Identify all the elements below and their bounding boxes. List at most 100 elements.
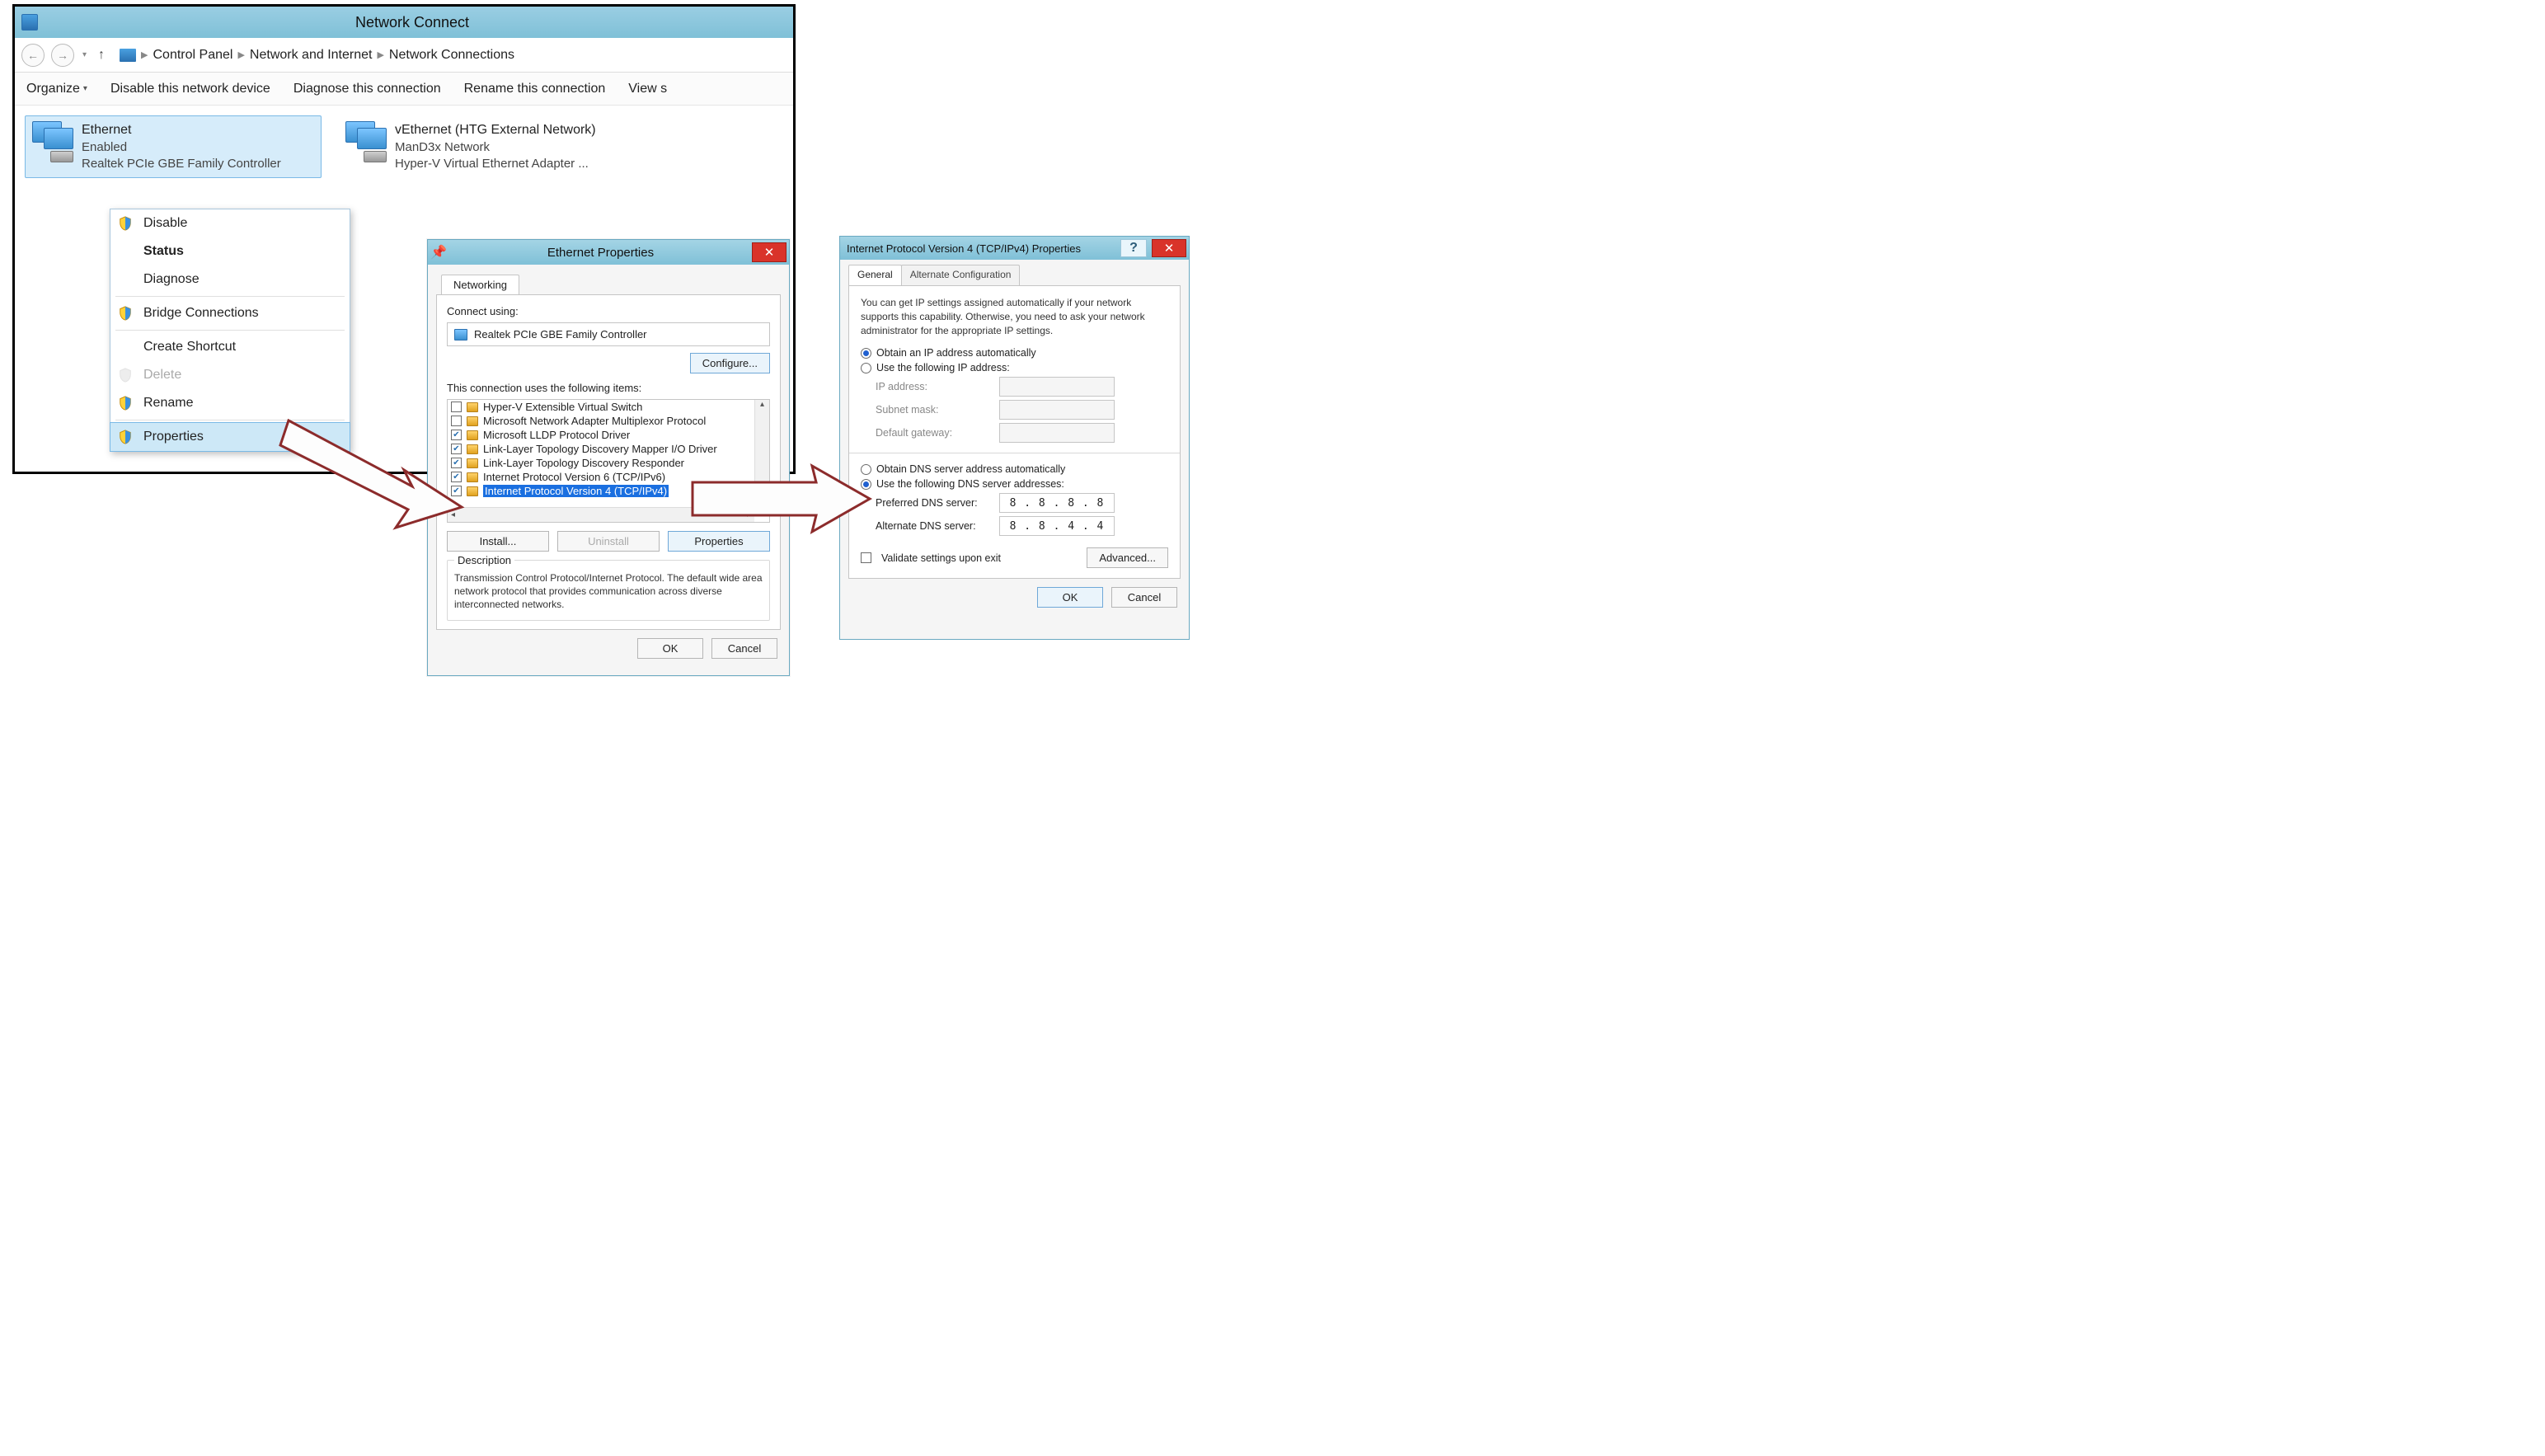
radio-use-dns[interactable]: Use the following DNS server addresses: [861,478,1168,490]
chevron-down-icon: ▾ [83,84,87,93]
back-button[interactable]: ← [21,44,45,67]
checkbox-icon [861,552,871,563]
adapter-field: Realtek PCIe GBE Family Controller [447,322,770,346]
adapter-status: Enabled [82,139,281,156]
network-item-label: Link-Layer Topology Discovery Mapper I/O… [483,443,717,455]
protocol-icon [467,402,478,412]
ctx-create-shortcut[interactable]: Create Shortcut [110,333,350,361]
network-item[interactable]: Microsoft Network Adapter Multiplexor Pr… [448,414,754,428]
subnet-mask-field: . . . [999,400,1115,420]
breadcrumb[interactable]: ▶ Control Panel ▶ Network and Internet ▶… [120,48,514,63]
tab-general[interactable]: General [848,265,902,285]
checkbox-icon[interactable]: ✔ [451,444,462,454]
ctx-diagnose[interactable]: Diagnose [110,265,350,294]
checkbox-icon[interactable]: ✔ [451,458,462,468]
network-item[interactable]: Hyper-V Extensible Virtual Switch [448,400,754,414]
cmd-rename-connection[interactable]: Rename this connection [464,82,606,96]
adapter-name: vEthernet (HTG External Network) [395,121,596,139]
network-item-label: Microsoft Network Adapter Multiplexor Pr… [483,415,706,427]
ctx-properties[interactable]: Properties [110,422,350,452]
location-icon [120,49,136,62]
network-item[interactable]: ✔ Link-Layer Topology Discovery Mapper I/… [448,442,754,456]
cancel-button[interactable]: Cancel [711,638,777,659]
network-item-label: Hyper-V Extensible Virtual Switch [483,401,642,413]
titlebar: Network Connect [15,7,793,38]
network-item-label: Internet Protocol Version 4 (TCP/IPv4) [483,485,669,497]
ctx-delete: Delete [110,361,350,389]
checkbox-icon[interactable]: ✔ [451,430,462,440]
breadcrumb-segment[interactable]: Network Connections [389,48,514,63]
radio-use-ip[interactable]: Use the following IP address: [861,362,1168,373]
help-button[interactable]: ? [1120,239,1147,257]
protocol-icon [467,458,478,468]
cmd-disable-device[interactable]: Disable this network device [110,82,270,96]
checkbox-icon[interactable] [451,402,462,412]
adapter-name: Realtek PCIe GBE Family Controller [474,328,647,341]
network-item[interactable]: ✔ Internet Protocol Version 4 (TCP/IPv4) [448,484,754,498]
advanced-button[interactable]: Advanced... [1087,547,1168,568]
ok-button[interactable]: OK [637,638,703,659]
adapter-name: Ethernet [82,121,281,139]
network-adapter-icon [454,329,467,341]
breadcrumb-segment[interactable]: Network and Internet [250,48,373,63]
history-dropdown[interactable]: ▾ [81,50,88,59]
ctx-status[interactable]: Status [110,237,350,265]
cancel-button[interactable]: Cancel [1111,587,1177,608]
checkbox-icon[interactable]: ✔ [451,472,462,482]
configure-button[interactable]: Configure... [690,353,770,373]
adapter-item-ethernet[interactable]: Ethernet Enabled Realtek PCIe GBE Family… [25,115,322,178]
horizontal-scrollbar[interactable]: ◂▸ [448,507,754,522]
chevron-down-icon: ▾ [760,498,764,507]
description-label: Description [454,554,514,566]
chevron-left-icon: ◂ [451,510,455,519]
default-gateway-label: Default gateway: [876,427,991,439]
command-bar: Organize ▾ Disable this network device D… [15,73,793,106]
tab-networking[interactable]: Networking [441,275,519,294]
preferred-dns-field[interactable]: 8 . 8 . 8 . 8 [999,493,1115,513]
close-button[interactable]: ✕ [752,242,787,262]
shield-icon [117,215,134,232]
vertical-scrollbar[interactable]: ▴▾ [754,400,769,507]
dialog-title: Ethernet Properties [449,246,752,260]
checkbox-icon[interactable] [451,416,462,426]
adapter-status: ManD3x Network [395,139,596,156]
tab-alternate-configuration[interactable]: Alternate Configuration [901,265,1021,285]
close-button[interactable]: ✕ [1152,239,1186,257]
protocol-icon [467,444,478,454]
properties-button[interactable]: Properties [668,531,770,552]
organize-menu[interactable]: Organize ▾ [26,82,87,96]
separator [115,330,345,331]
ip-address-label: IP address: [876,381,991,392]
ok-button[interactable]: OK [1037,587,1103,608]
cmd-view[interactable]: View s [628,82,667,96]
radio-obtain-ip-auto[interactable]: Obtain an IP address automatically [861,347,1168,359]
adapter-item-vethernet[interactable]: vEthernet (HTG External Network) ManD3x … [338,115,635,178]
ctx-bridge[interactable]: Bridge Connections [110,299,350,327]
preferred-dns-label: Preferred DNS server: [876,497,991,509]
validate-checkbox[interactable]: Validate settings upon exit [861,552,1001,564]
chevron-up-icon: ▴ [760,400,764,409]
cmd-diagnose-connection[interactable]: Diagnose this connection [293,82,441,96]
alternate-dns-field[interactable]: 8 . 8 . 4 . 4 [999,516,1115,536]
ctx-rename[interactable]: Rename [110,389,350,417]
window-title: Network Connect [38,14,787,31]
breadcrumb-segment[interactable]: Control Panel [153,48,233,63]
ctx-disable[interactable]: Disable [110,209,350,237]
context-menu: Disable Status Diagnose Bridge Connectio… [110,209,350,452]
description-group: Description Transmission Control Protoco… [447,560,770,621]
network-item[interactable]: ✔Internet Protocol Version 6 (TCP/IPv6) [448,470,754,484]
ip-address-field: . . . [999,377,1115,397]
network-item[interactable]: ✔Link-Layer Topology Discovery Responder [448,456,754,470]
pin-icon: 📌 [428,244,449,261]
connect-using-label: Connect using: [447,305,770,317]
radio-obtain-dns-auto[interactable]: Obtain DNS server address automatically [861,463,1168,475]
forward-button[interactable]: → [51,44,74,67]
network-item[interactable]: ✔Microsoft LLDP Protocol Driver [448,428,754,442]
titlebar: 📌 Ethernet Properties ✕ [428,240,789,265]
chevron-right-icon: ▶ [237,49,244,60]
alternate-dns-label: Alternate DNS server: [876,520,991,532]
up-button[interactable]: ↑ [95,48,108,63]
install-button[interactable]: Install... [447,531,549,552]
checkbox-icon[interactable]: ✔ [451,486,462,496]
app-icon [21,14,38,31]
